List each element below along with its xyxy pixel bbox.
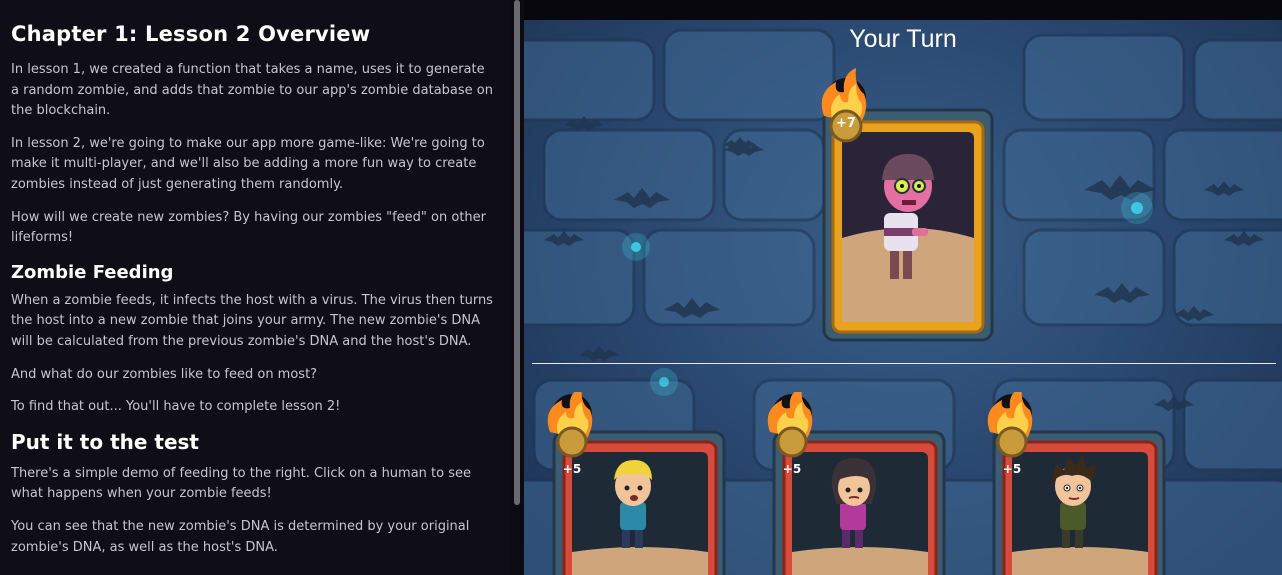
zombie-level-label: +7 (836, 116, 856, 131)
turn-title: Your Turn (849, 25, 957, 53)
paragraph: When a zombie feeds, it infects the host… (11, 292, 493, 349)
human-card-3[interactable]: +5 (974, 392, 1174, 575)
paragraph: There's a simple demo of feeding to the … (11, 465, 472, 502)
human-level-label: +5 (1002, 462, 1022, 476)
lesson-title: Chapter 1: Lesson 2 Overview (11, 22, 371, 46)
section-heading-zombie-feeding: Zombie Feeding (11, 261, 174, 283)
section-heading-put-it-to-the-test: Put it to the test (11, 429, 199, 454)
scrollbar-thumb[interactable] (514, 0, 520, 505)
paragraph: In lesson 2, we're going to make our app… (11, 135, 485, 192)
human-level-label: +5 (782, 462, 802, 476)
human-level-label: +5 (562, 462, 582, 476)
paragraph: In lesson 1, we created a function that … (11, 62, 493, 119)
human-card-1[interactable]: +5 (534, 392, 734, 575)
paragraph: How will we create new zombies? By havin… (11, 209, 486, 246)
paragraph: You can see that the new zombie's DNA is… (11, 518, 470, 555)
paragraph: To find that out... You'll have to compl… (11, 399, 341, 415)
level-badge (996, 426, 1028, 458)
game-board: Your Turn +7 +5 +5 +5 (524, 20, 1282, 575)
human-card-2[interactable]: +5 (754, 392, 954, 575)
lesson-panel: Chapter 1: Lesson 2 Overview In lesson 1… (0, 0, 510, 575)
game-area: Your Turn +7 +5 +5 +5 (524, 0, 1282, 575)
paragraph: And what do our zombies like to feed on … (11, 366, 318, 382)
level-badge (776, 426, 808, 458)
level-badge (556, 426, 588, 458)
board-divider (532, 363, 1276, 364)
zombie-card[interactable]: +7 (806, 68, 1006, 348)
